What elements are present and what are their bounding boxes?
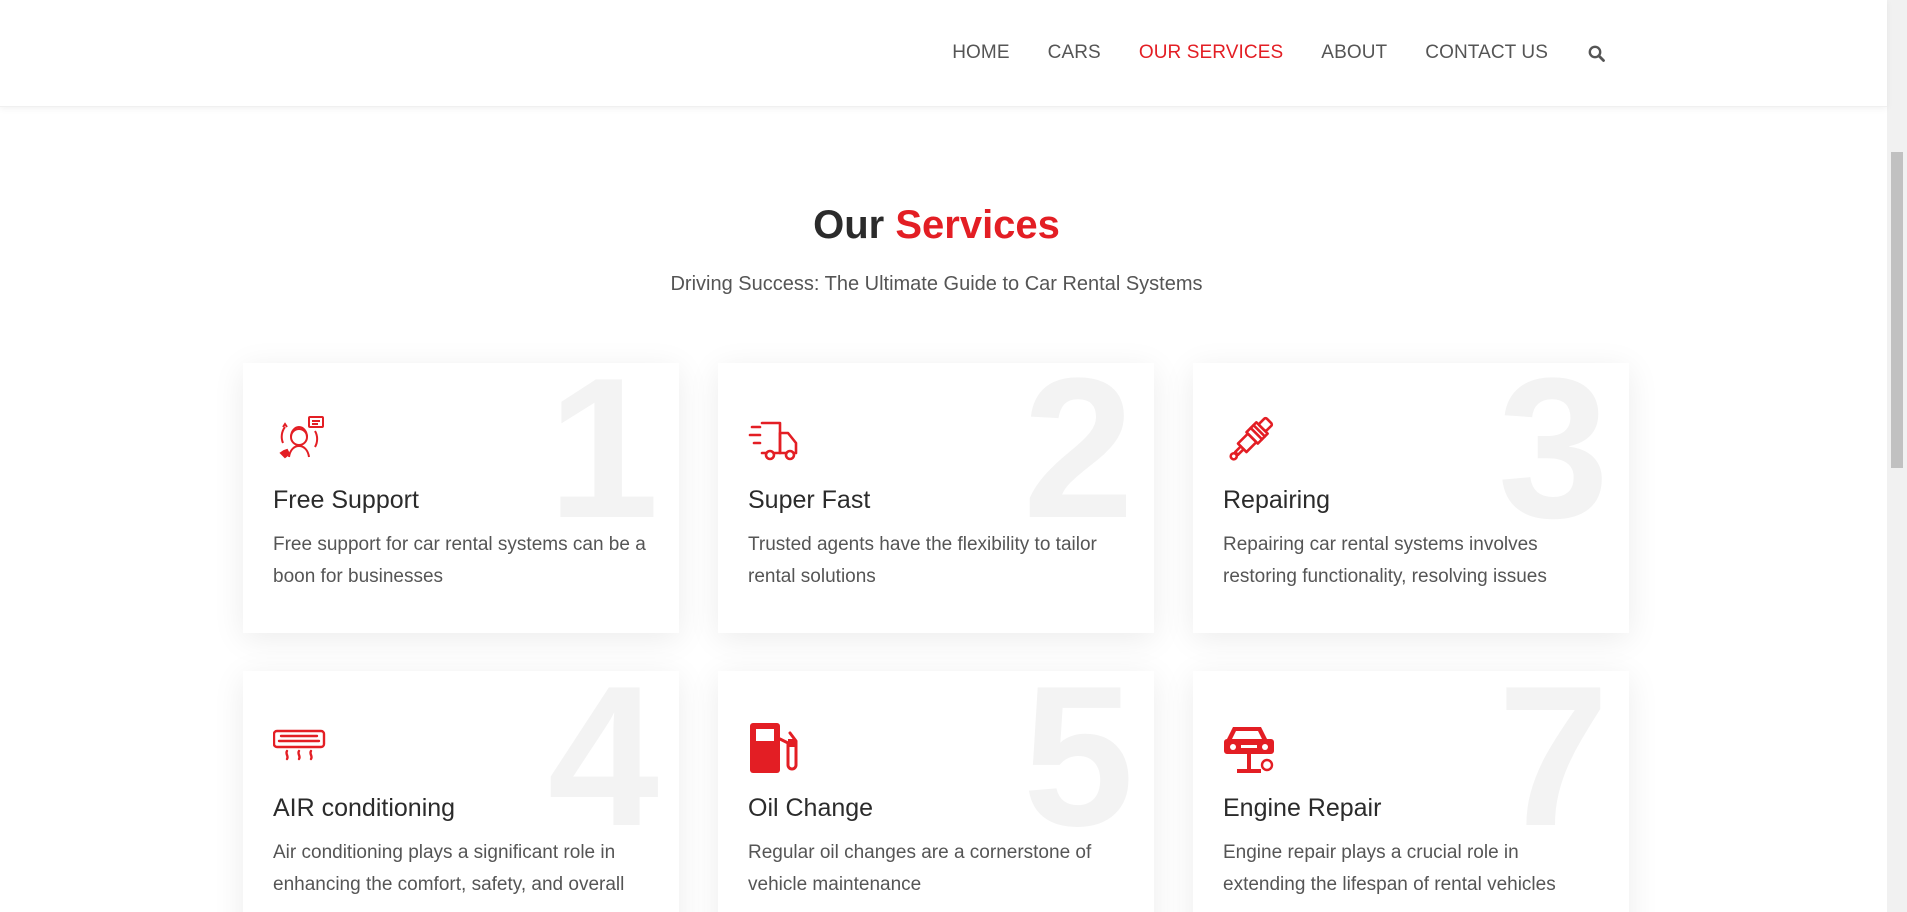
card-title: Engine Repair — [1223, 794, 1382, 822]
section-title-accent: Services — [895, 203, 1060, 247]
fast-delivery-truck-icon — [748, 413, 802, 467]
fuel-pump-icon — [748, 721, 802, 775]
nav-item-our-services[interactable]: OUR SERVICES — [1139, 42, 1283, 64]
search-icon[interactable] — [1586, 43, 1606, 63]
card-description: Engine repair plays a crucial role in ex… — [1223, 842, 1556, 895]
card-number: 1 — [547, 363, 659, 560]
card-title: AIR conditioning — [273, 794, 456, 822]
section-subtitle: Driving Success: The Ultimate Guide to C… — [670, 273, 1203, 295]
service-card-engine-repair: 7 Engine Repair Engine repair plays a cr… — [1193, 671, 1629, 912]
card-number: 3 — [1497, 363, 1609, 560]
nav-item-contact-us[interactable]: CONTACT US — [1425, 42, 1548, 64]
section-title-part1: Our — [813, 203, 885, 247]
page: HOME CARS OUR SERVICES ABOUT CONTACT US … — [0, 0, 1907, 912]
section-title: Our Services — [0, 198, 1873, 252]
card-number: 5 — [1022, 671, 1134, 868]
nav-item-about[interactable]: ABOUT — [1321, 42, 1387, 64]
service-card-air-conditioning: 4 AIR conditioning Air conditioning play… — [243, 671, 679, 912]
nav-item-home[interactable]: HOME — [952, 42, 1009, 64]
nav-item-cars[interactable]: CARS — [1048, 42, 1101, 64]
air-conditioner-icon — [272, 721, 327, 775]
page-scrollbar[interactable] — [1887, 0, 1907, 912]
support-agent-icon — [273, 413, 327, 467]
card-description: Regular oil changes are a cornerstone of… — [748, 842, 1092, 895]
card-description: Air conditioning plays a significant rol… — [273, 842, 625, 895]
card-title: Oil Change — [748, 794, 874, 822]
car-lift-icon — [1223, 721, 1277, 775]
site-header: HOME CARS OUR SERVICES ABOUT CONTACT US — [0, 0, 1887, 107]
service-card-repairing: 3 Repairing Repairing car rental systems… — [1193, 363, 1629, 633]
service-card-oil-change: 5 Oil Change Regular oil changes are a c… — [718, 671, 1154, 912]
card-description: Free support for car rental systems can … — [273, 534, 646, 587]
card-description: Trusted agents have the flexibility to t… — [748, 534, 1097, 587]
card-number: 7 — [1497, 671, 1609, 868]
card-number: 2 — [1022, 363, 1134, 560]
card-title: Repairing — [1223, 486, 1331, 514]
service-card-super-fast: 2 Super Fast Trusted agents have the fle… — [718, 363, 1154, 633]
main-nav: HOME CARS OUR SERVICES ABOUT CONTACT US — [914, 0, 1606, 106]
spark-plug-icon — [1223, 413, 1277, 467]
service-card-free-support: 1 Free Support Free support for car rent… — [243, 363, 679, 633]
card-number: 4 — [547, 671, 659, 868]
card-description: Repairing car rental systems involves re… — [1223, 534, 1547, 587]
scrollbar-thumb[interactable] — [1891, 152, 1903, 468]
card-title: Free Support — [273, 486, 419, 514]
card-title: Super Fast — [748, 486, 871, 514]
